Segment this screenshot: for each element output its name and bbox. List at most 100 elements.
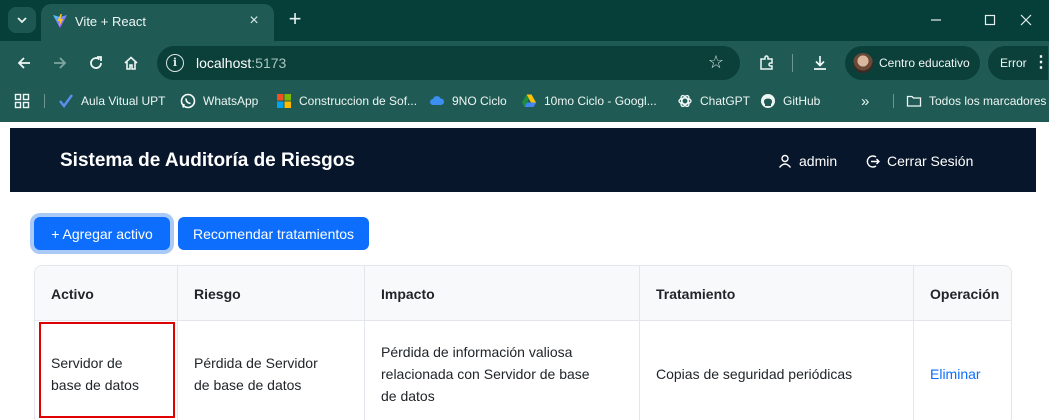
bookmark-label: GitHub: [783, 94, 821, 108]
cell-impacto: Pérdida de información valiosa relacionad…: [365, 321, 640, 420]
cell-tratamiento: Copias de seguridad periódicas: [640, 321, 914, 420]
error-label: Error: [1000, 56, 1027, 70]
page-title: Sistema de Auditoría de Riesgos: [60, 150, 355, 171]
bookmark-label: 9NO Ciclo: [452, 94, 507, 108]
site-info-icon[interactable]: i: [166, 54, 184, 72]
chevron-double-right-icon: »: [861, 92, 870, 110]
profile-chip[interactable]: Centro educativo: [845, 46, 980, 80]
chrome-border: [0, 116, 1049, 122]
arrow-left-icon: [17, 57, 30, 69]
assets-table: Activo Riesgo Impacto Tratamiento Operac…: [34, 265, 1012, 420]
bookmark-aula-virtual[interactable]: Aula Vitual UPT: [58, 92, 166, 110]
minimize-icon: [931, 19, 941, 21]
forward-button[interactable]: [46, 49, 74, 77]
delete-link[interactable]: Eliminar: [930, 363, 981, 385]
home-button[interactable]: [117, 49, 145, 77]
url-host: localhost: [196, 55, 252, 71]
reload-button[interactable]: [82, 49, 110, 77]
bookmark-10mo-ciclo[interactable]: 10mo Ciclo - Googl...: [521, 92, 657, 110]
cell-text: Pérdida de Servidor: [194, 354, 318, 371]
bookmark-9no-ciclo[interactable]: 9NO Ciclo: [429, 92, 507, 110]
back-button[interactable]: [10, 49, 38, 77]
url-text[interactable]: localhost:5173: [196, 55, 286, 71]
github-icon: [761, 94, 775, 108]
check-icon: [59, 94, 73, 108]
minimize-button[interactable]: [913, 6, 959, 34]
cell-text: Copias de seguridad periódicas: [656, 365, 853, 382]
logout-icon: [866, 154, 880, 168]
address-bar[interactable]: i localhost:5173 ☆: [157, 46, 740, 80]
header-activo: Activo: [35, 266, 178, 321]
bookmarks-bar: Aula Vitual UPT WhatsApp Construccion de…: [0, 85, 1049, 116]
bookmark-github[interactable]: GitHub: [760, 92, 820, 110]
bookmark-label: Todos los marcadores: [929, 94, 1047, 108]
drive-icon: [522, 94, 536, 107]
table-header: Activo Riesgo Impacto Tratamiento Operac…: [35, 266, 1011, 321]
bookmark-label: WhatsApp: [203, 94, 259, 108]
downloads-button[interactable]: [806, 49, 834, 77]
bookmark-label: Construccion de Sof...: [299, 94, 418, 108]
url-port: :5173: [251, 55, 287, 71]
download-icon: [814, 56, 826, 70]
microsoft-icon: [277, 94, 291, 108]
bookmark-star-icon[interactable]: ☆: [706, 52, 726, 72]
table-row: Servidor de base de datos Pérdida de Serv…: [35, 321, 1011, 420]
close-window-button[interactable]: [1003, 6, 1049, 34]
bookmarks-divider: [44, 94, 45, 108]
header-operacion: Operación: [930, 285, 1000, 302]
more-vert-icon[interactable]: ⋮: [1033, 53, 1049, 73]
chatgpt-icon: [678, 94, 692, 108]
reload-icon: [90, 56, 102, 69]
username: admin: [799, 153, 838, 169]
header-riesgo: Riesgo: [178, 266, 365, 321]
browser-toolbar: i localhost:5173 ☆ Centro educativo Erro…: [0, 41, 1049, 85]
close-icon: [1020, 14, 1032, 26]
user-icon: [778, 154, 792, 168]
arrow-right-icon: [54, 57, 67, 69]
highlight-annotation: [39, 322, 175, 418]
cell-operacion: Eliminar: [914, 321, 1011, 420]
all-bookmarks-button[interactable]: Todos los marcadores: [906, 92, 1046, 110]
user-menu[interactable]: admin: [778, 152, 837, 170]
logout-button[interactable]: Cerrar Sesión: [865, 152, 973, 170]
cell-text: relacionada con Servidor de base: [381, 365, 590, 382]
folder-icon: [906, 95, 922, 107]
header-tratamiento: Tratamiento: [640, 266, 914, 321]
recommend-treatments-button[interactable]: Recomendar tratamientos: [178, 217, 369, 250]
bookmark-whatsapp[interactable]: WhatsApp: [180, 92, 258, 110]
bookmark-label: ChatGPT: [700, 94, 751, 108]
tab-title: Vite + React: [75, 14, 146, 29]
error-chip[interactable]: Error ⋮: [988, 46, 1049, 80]
tab-search-button[interactable]: [8, 7, 36, 33]
add-asset-button[interactable]: + Agregar activo: [34, 217, 170, 250]
bookmarks-divider: [893, 94, 894, 108]
more-bookmarks-button[interactable]: »: [861, 92, 869, 110]
header-impacto: Impacto: [365, 266, 640, 321]
tab-close-icon[interactable]: ×: [244, 11, 264, 31]
cell-riesgo: Pérdida de Servidor de base de datos: [178, 321, 365, 420]
app-navbar: Sistema de Auditoría de Riesgos admin Ce…: [10, 128, 1036, 192]
bookmark-label: Aula Vitual UPT: [81, 94, 166, 108]
cell-text: Pérdida de información valiosa: [381, 343, 573, 360]
bookmark-chatgpt[interactable]: ChatGPT: [677, 92, 750, 110]
profile-label: Centro educativo: [879, 56, 970, 70]
home-icon: [124, 56, 138, 70]
cell-text: de base de datos: [194, 376, 302, 393]
apps-grid-icon: [14, 93, 30, 109]
cloud-icon: [430, 96, 445, 105]
bookmark-construccion[interactable]: Construccion de Sof...: [276, 92, 417, 110]
extensions-button[interactable]: [753, 49, 781, 77]
puzzle-icon: [760, 55, 773, 70]
vite-logo-icon: [53, 14, 67, 28]
bookmark-label: 10mo Ciclo - Googl...: [544, 94, 657, 108]
browser-tab-active[interactable]: Vite + React ×: [41, 4, 274, 41]
new-tab-button[interactable]: +: [282, 6, 308, 32]
cell-text: de datos: [381, 387, 435, 404]
apps-button[interactable]: [14, 92, 30, 110]
avatar: [853, 53, 873, 73]
chevron-down-icon: [17, 17, 27, 24]
logout-label: Cerrar Sesión: [887, 153, 974, 169]
browser-tabstrip: Vite + React × +: [0, 0, 1049, 41]
maximize-icon: [984, 14, 996, 26]
whatsapp-icon: [180, 93, 196, 109]
